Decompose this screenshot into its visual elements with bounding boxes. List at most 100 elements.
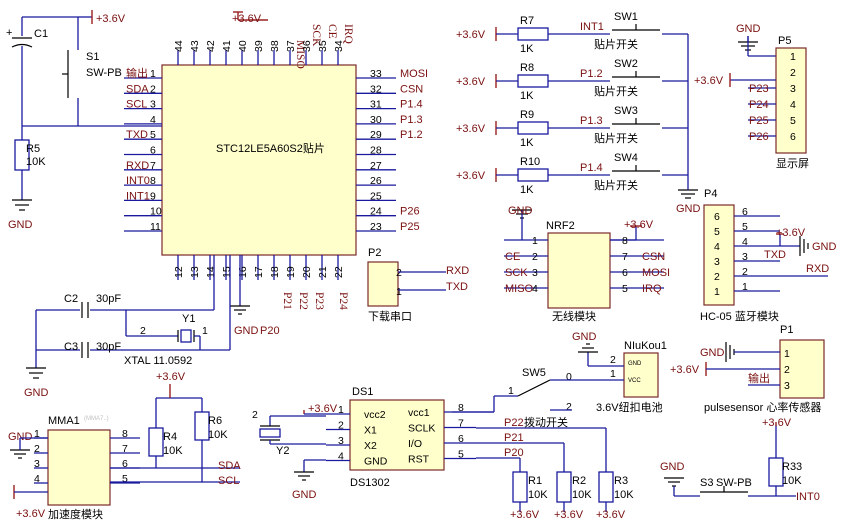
mcu-right-pin-32: 32 — [370, 83, 382, 95]
nrf-left-net-2: CE — [505, 251, 520, 263]
c1-label: C1 — [34, 28, 48, 40]
mcu-left-pin-7: 7 — [150, 160, 156, 172]
mcu-right-label-33: MOSI — [400, 68, 428, 80]
mcu-designator: STC12LE5A60S2贴片 — [216, 141, 325, 155]
display-net-5: P25 — [749, 115, 769, 127]
mcu-body — [161, 64, 357, 256]
bluetooth-vcc-label: +3.6V — [776, 227, 806, 239]
rtc-right-name-7: SCLK — [408, 423, 435, 435]
r5-value: 10K — [26, 156, 46, 168]
mcu-left-pins: 1输出2SDA3SCL4 5TXD6 7RXD8INT09INT110 11 — [124, 66, 162, 233]
pulse-vcc-label: +3.6V — [670, 364, 700, 376]
svg-text:+: + — [6, 27, 12, 39]
mcu-bottom-label-p22: P22 — [297, 292, 309, 310]
y2-crystal — [259, 428, 281, 438]
sw5-pin-2: 2 — [566, 401, 572, 413]
rtc-pullup-value-2: 10K — [614, 489, 634, 501]
accel-sda-label: SDA — [218, 460, 241, 472]
mcu-right-pin-33: 33 — [370, 68, 382, 80]
rtc-right-name-8: vcc1 — [408, 407, 430, 419]
battery-pin2: 2 — [610, 354, 616, 366]
button-vcc-label-0: +3.6V — [456, 29, 486, 41]
display-net-6: P26 — [749, 131, 769, 143]
nrf-module: NRF2 无线模块 GND +3.6V 12CE3SCK4MISO87 CSN6 M… — [504, 205, 670, 323]
mcu-bottom-pins: 12 13 14 15 16 17 18 19 20 21 22 — [173, 255, 345, 280]
rtc-gnd-label: GND — [292, 489, 317, 501]
mcu-left-pin-9: 9 — [150, 190, 156, 202]
bluetooth-outer-pin-3: 3 — [742, 251, 748, 263]
display-vcc-label: +3.6V — [694, 75, 724, 87]
serial-connector: P2 下载串口 2 1 RXD TXD — [367, 247, 469, 323]
button-switch-type-2: 贴片开关 — [594, 131, 638, 145]
mcu-top-pin-41: 41 — [221, 40, 233, 52]
mcu-left-pin-11: 11 — [150, 221, 161, 233]
button-common: GND — [676, 34, 701, 215]
mcu-vcc-label: +3.6V — [232, 13, 262, 25]
pulse-gnd-label: GND — [700, 347, 725, 359]
serial-rxd-label: RXD — [446, 265, 469, 277]
pulse-pin-3: 3 — [784, 380, 790, 392]
display-connector: GND P5 显示屏 +3.6V 1 2 3 P23 4 P24 5 P25 6 P26 — [694, 23, 809, 170]
mcu-right-label-24: P26 — [400, 206, 420, 218]
y1-pin-a: 1 — [202, 325, 208, 337]
mcu-bottom-pin-18: 18 — [269, 266, 281, 278]
bluetooth-inner-pin-2: 2 — [714, 271, 720, 283]
mcu-right-label-23: P25 — [400, 221, 420, 233]
mcu-right-pin-23: 23 — [370, 221, 382, 233]
mcu-left-label-5: TXD — [126, 129, 148, 141]
nrf-left-pin-1: 1 — [532, 235, 538, 247]
bluetooth-inner-pin-6: 6 — [714, 211, 720, 223]
display-pin-1: 1 — [790, 51, 796, 63]
mcu-left-pin-4: 4 — [150, 114, 156, 126]
serial-body — [367, 261, 399, 307]
button-rows: +3.6V R7 1K INT1 SW1 贴片开关 +3.6V R8 1K P1.2 SW2 贴片开关… — [456, 11, 688, 196]
display-pin-3: 3 — [790, 83, 796, 95]
bluetooth-outer-pin-6: 6 — [742, 206, 748, 218]
r6-resistor — [194, 411, 210, 441]
display-pin-5: 5 — [790, 115, 796, 127]
sw5-caption: 拨动开关 — [524, 415, 568, 429]
s1-type: SW-PB — [86, 67, 122, 79]
rtc-right-pin-7: 7 — [458, 418, 464, 430]
int0-circuit: GND S3 SW-PB +3.6V R33 10K INT0 — [660, 417, 820, 503]
button-resistor-value-1: 1K — [520, 90, 534, 102]
mcu-bottom-pin-12: 12 — [173, 266, 185, 278]
y1-crystal — [180, 329, 192, 343]
mcu-bottom-pin-16: 16 — [237, 266, 249, 278]
serial-txd-label: TXD — [446, 281, 468, 293]
bluetooth-outer-pin-4: 4 — [742, 236, 748, 248]
nrf-left-net-3: SCK — [505, 267, 528, 279]
rtc-part: DS1302 — [350, 477, 390, 489]
button-net-label-2: P1.3 — [580, 115, 603, 127]
r4-label: R4 — [163, 431, 177, 443]
mcu-bottom-pin-15: 15 — [221, 266, 233, 278]
accel-designator: MMA1 — [48, 415, 80, 427]
serial-caption: 下载串口 — [368, 310, 412, 323]
display-designator: P5 — [778, 35, 791, 47]
button-resistor-3 — [517, 168, 549, 182]
button-resistor-2 — [517, 121, 549, 135]
rtc-pullup-value-1: 10K — [572, 489, 592, 501]
battery-pin1: 1 — [610, 368, 616, 380]
serial-pin-2: 2 — [396, 267, 402, 279]
r6-label: R6 — [208, 415, 222, 427]
mcu-bottom-pin-19: 19 — [285, 266, 297, 278]
int0-net-label: INT0 — [796, 491, 820, 503]
button-switch-label-3: SW4 — [614, 152, 638, 164]
bluetooth-inner-pin-5: 5 — [714, 226, 720, 238]
int0-vcc-label: +3.6V — [762, 417, 792, 429]
button-switch-type-0: 贴片开关 — [594, 37, 638, 51]
button-switch-type-1: 贴片开关 — [594, 84, 638, 98]
mcu-top-pin-36: 36 — [301, 40, 313, 52]
mcu-left-pin-2: 2 — [150, 83, 156, 95]
button-resistor-label-3: R10 — [520, 156, 540, 168]
rtc-module: DS1 DS1302 1 vcc2 2 X1 3 X2 4 GND 8 vcc1 7 SCLK 6 I/O… — [252, 386, 634, 521]
rtc-left-name-3: X2 — [364, 440, 377, 452]
y1-label: Y1 — [182, 313, 195, 325]
r33-resistor — [768, 457, 784, 487]
nrf-right-net-5: IRQ — [642, 283, 662, 295]
mcu-right-label-30: P1.3 — [400, 114, 423, 126]
reset-vcc-label: +3.6V — [96, 13, 126, 25]
mcu-bottom-pin-14: 14 — [205, 266, 217, 278]
c3-value: 30pF — [96, 341, 121, 353]
